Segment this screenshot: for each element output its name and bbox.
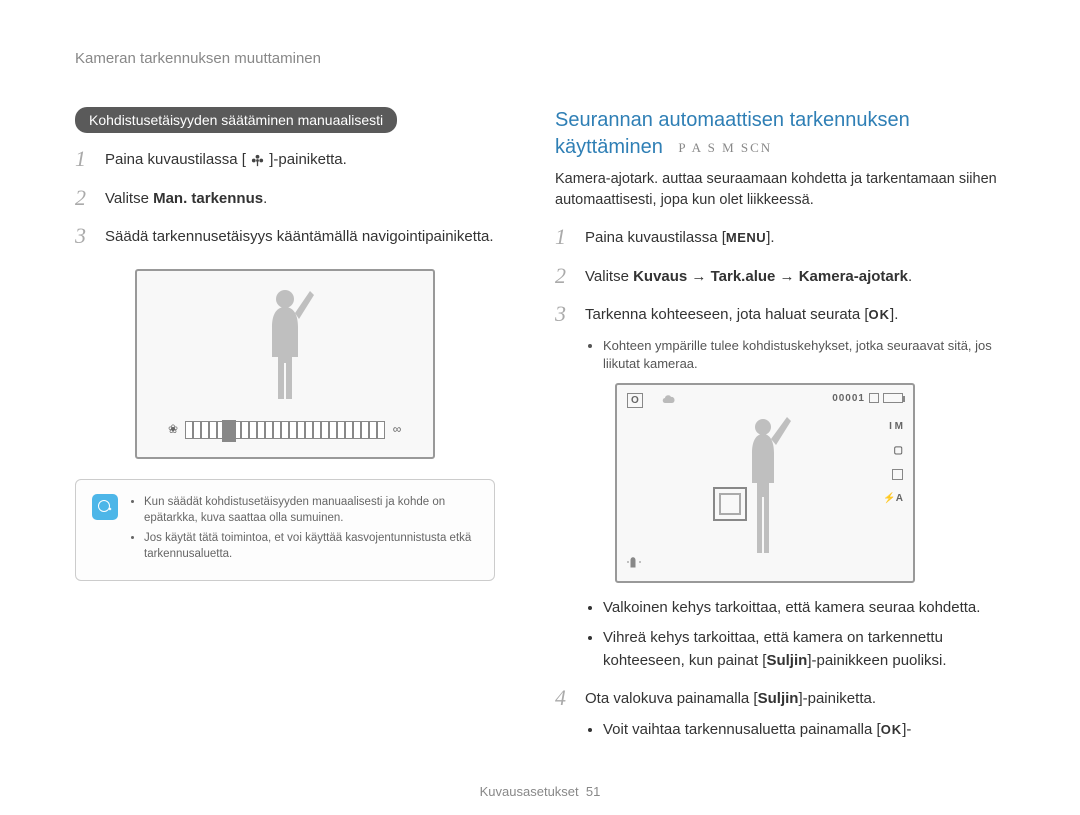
- subnote-item: Kohteen ympärille tulee kohdistuskehykse…: [603, 337, 1005, 373]
- sub4-a: Voit vaihtaa tarkennusaluetta painamalla…: [603, 721, 881, 738]
- step-2-bold: Man. tarkennus: [153, 190, 263, 207]
- step-number: 3: [75, 224, 97, 248]
- step-1-left: 1 Paina kuvaustilassa [ ]-painiketta.: [75, 147, 495, 172]
- mode-indicator: P A S M SCN: [678, 139, 772, 157]
- macro-icon: [250, 153, 265, 168]
- shutter-label: Suljin: [758, 690, 799, 707]
- note-item: Jos käytät tätä toimintoa, et voi käyttä…: [144, 530, 478, 562]
- size-icon: I M: [889, 421, 903, 432]
- section-pill-manual-focus: Kohdistusetäisyyden säätäminen manuaalis…: [75, 107, 397, 133]
- stabilizer-icon: [627, 554, 641, 571]
- section-intro: Kamera-ajotark. auttaa seuraamaan kohdet…: [555, 169, 1005, 211]
- left-column: Kohdistusetäisyyden säätäminen manuaalis…: [75, 107, 495, 749]
- cloud-icon: [661, 393, 677, 407]
- mode-dial-icon: O: [627, 393, 643, 408]
- step-3r-a: Tarkenna kohteeseen, jota haluat seurata…: [585, 306, 869, 323]
- step-number: 1: [75, 147, 97, 171]
- step-3-subnotes: Kohteen ympärille tulee kohdistuskehykse…: [555, 337, 1005, 373]
- step-1-text-b: ]-painiketta.: [269, 151, 347, 168]
- right-column: Seurannan automaattisen tarkennuksen käy…: [555, 107, 1005, 749]
- menu-button-icon: MENU: [726, 228, 766, 248]
- step-number: 1: [555, 225, 577, 249]
- step-1r-b: ].: [766, 229, 774, 246]
- infinity-scale-icon: ∞: [388, 422, 406, 440]
- step-number: 2: [75, 186, 97, 210]
- section-title-tracking-af: Seurannan automaattisen tarkennuksen käy…: [555, 107, 1005, 161]
- step-2r-d: Kamera-ajotark: [799, 268, 908, 285]
- af-frame-icon: [713, 487, 747, 521]
- arrow-icon: →: [775, 268, 798, 285]
- silhouette-icon: [250, 283, 320, 408]
- note-icon: [92, 494, 118, 520]
- macro-scale-icon: ❀: [164, 422, 182, 440]
- step-4r-c: ]-painiketta.: [798, 690, 876, 707]
- footer-label: Kuvausasetukset: [480, 784, 579, 799]
- battery-icon: [883, 393, 903, 403]
- step-1r-a: Paina kuvaustilassa [: [585, 229, 726, 246]
- frame-meaning-list: Valkoinen kehys tarkoittaa, että kamera …: [555, 597, 1005, 673]
- sub4-b: ]-: [902, 721, 911, 738]
- ok-button-icon: OK: [881, 720, 903, 740]
- step-3-left: 3 Säädä tarkennusetäisyys kääntämällä na…: [75, 224, 495, 249]
- breadcrumb: Kameran tarkennuksen muuttaminen: [75, 50, 1005, 67]
- step-1-text-a: Paina kuvaustilassa [: [105, 151, 246, 168]
- list-item: Valkoinen kehys tarkoittaa, että kamera …: [603, 597, 1005, 620]
- two-column-layout: Kohdistusetäisyyden säätäminen manuaalis…: [75, 107, 1005, 749]
- step-2r-c: Tark.alue: [711, 268, 776, 285]
- storage-icon: [869, 393, 879, 403]
- step-4r-a: Ota valokuva painamalla [: [585, 690, 758, 707]
- focus-scale-bar: ❀ ∞: [185, 421, 385, 439]
- note-list: Kun säädät kohdistusetäisyyden manuaalis…: [130, 494, 478, 566]
- step-1-right: 1 Paina kuvaustilassa [MENU].: [555, 225, 1005, 250]
- step-2r-a: Valitse: [585, 268, 633, 285]
- ok-button-icon: OK: [869, 305, 891, 325]
- note-box: Kun säädät kohdistusetäisyyden manuaalis…: [75, 479, 495, 581]
- step-2-text-c: .: [263, 190, 267, 207]
- step-3r-b: ].: [890, 306, 898, 323]
- lcd-illustration-tracking-af: O 00001 I M ▢ ⚡A: [615, 383, 915, 583]
- flash-icon: ⚡A: [883, 493, 903, 504]
- metering-icon: [892, 469, 903, 480]
- page: Kameran tarkennuksen muuttaminen Kohdist…: [0, 0, 1080, 749]
- subnote-item: Voit vaihtaa tarkennusaluetta painamalla…: [603, 719, 1005, 742]
- shutter-label: Suljin: [766, 652, 807, 669]
- list-item: Vihreä kehys tarkoittaa, että kamera on …: [603, 627, 1005, 672]
- lcd-illustration-manual-focus: ❀ ∞: [135, 269, 435, 459]
- step-2r-b: Kuvaus: [633, 268, 687, 285]
- step-4-subnotes: Voit vaihtaa tarkennusaluetta painamalla…: [555, 719, 1005, 742]
- step-number: 3: [555, 302, 577, 326]
- step-2-text-a: Valitse: [105, 190, 153, 207]
- arrow-icon: →: [687, 268, 710, 285]
- step-number: 2: [555, 264, 577, 288]
- step-2r-e: .: [908, 268, 912, 285]
- step-number: 4: [555, 686, 577, 710]
- bul2-c: ]-painikkeen puoliksi.: [807, 652, 946, 669]
- step-4-right: 4 Ota valokuva painamalla [Suljin]-paini…: [555, 686, 1005, 711]
- step-3-text: Säädä tarkennusetäisyys kääntämällä navi…: [105, 224, 494, 249]
- step-3-right: 3 Tarkenna kohteeseen, jota haluat seura…: [555, 302, 1005, 327]
- quality-icon: ▢: [894, 445, 903, 456]
- note-item: Kun säädät kohdistusetäisyyden manuaalis…: [144, 494, 478, 526]
- frame-counter: 00001: [832, 393, 865, 404]
- step-2-left: 2 Valitse Man. tarkennus.: [75, 186, 495, 211]
- step-2-right: 2 Valitse Kuvaus → Tark.alue → Kamera-aj…: [555, 264, 1005, 289]
- page-footer: Kuvausasetukset 51: [0, 784, 1080, 799]
- page-number: 51: [586, 784, 600, 799]
